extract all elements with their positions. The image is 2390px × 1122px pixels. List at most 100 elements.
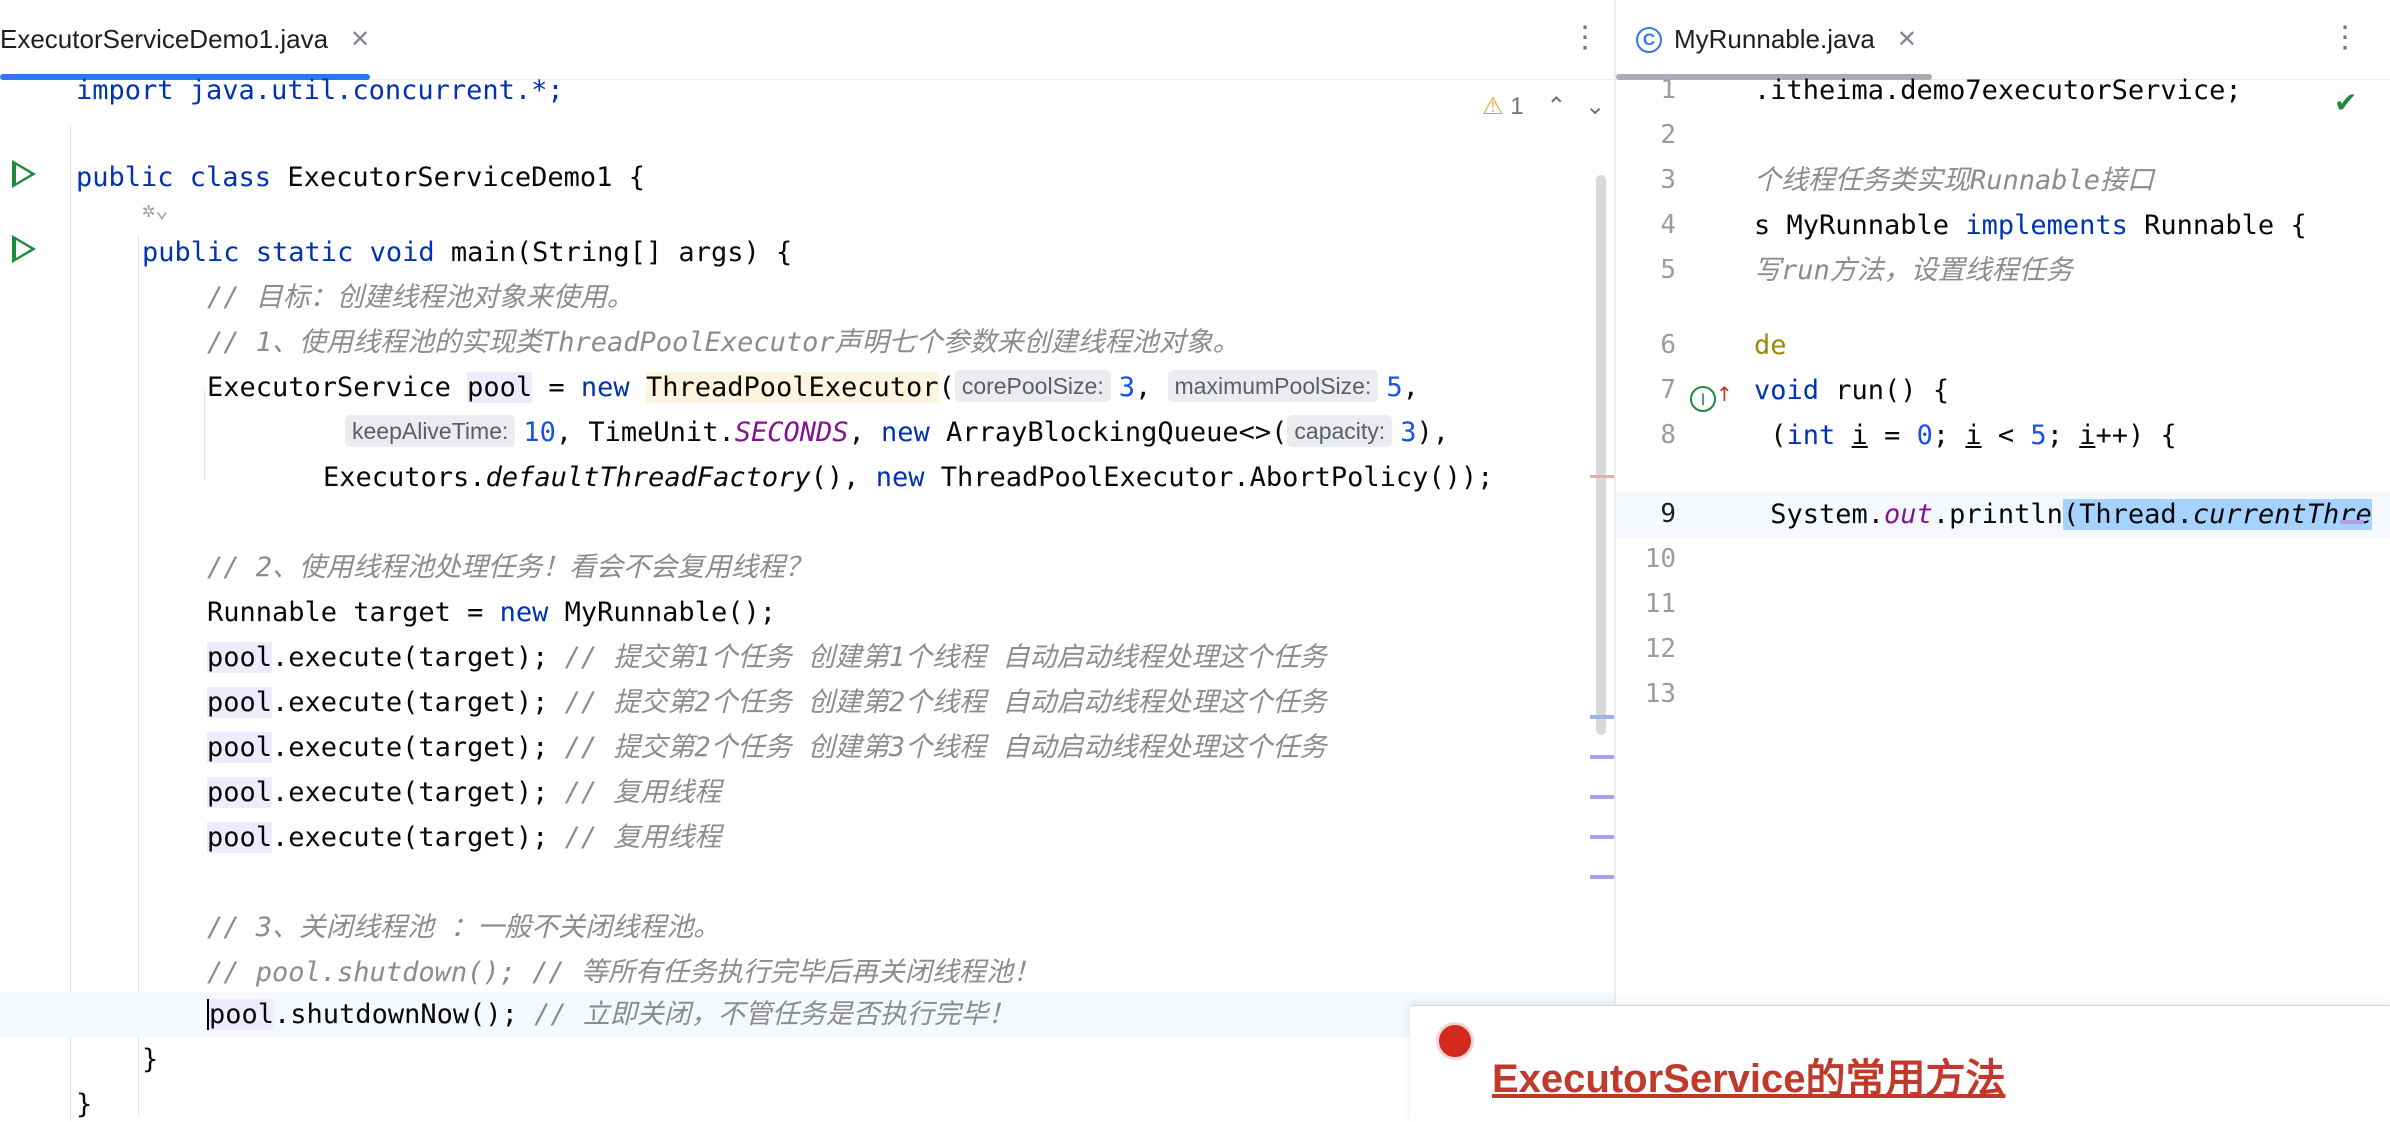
class-name: ExecutorServiceDemo1 { (287, 162, 645, 193)
indent-guide (204, 390, 205, 480)
variable-pool: pool (207, 687, 273, 718)
scroll-marker (1590, 795, 1614, 799)
code-text: System. (1754, 499, 1885, 530)
keyword: new (499, 597, 565, 628)
code-line-close-method: } (142, 1037, 158, 1082)
static-field: out (1884, 499, 1933, 530)
code-line-class-decl: public class ExecutorServiceDemo1 { (76, 155, 645, 200)
number: 3 (1400, 417, 1417, 448)
run-main-icon[interactable] (12, 235, 36, 263)
static-method: defaultThreadFactory (485, 462, 811, 493)
chevron-up-icon[interactable]: ⌃ (1546, 93, 1566, 120)
variable-pool: pool (207, 732, 273, 763)
line-number: 11 (1644, 589, 1676, 619)
comment: // 3、关闭线程池 ：一般不关闭线程池。 (207, 912, 721, 943)
operator: = (532, 372, 581, 403)
line-number: 8 (1660, 420, 1676, 450)
code-line-execute-5: pool.execute(target); // 复用线程 (207, 815, 721, 860)
implements-icon[interactable]: I (1690, 386, 1716, 412)
number: 0 (1916, 420, 1933, 451)
code-line-package: .itheima.demo7executorService; (1754, 68, 2242, 113)
comma: , (1402, 372, 1419, 403)
code-text: .execute(target); (272, 642, 565, 673)
method-call: currentThre (2192, 499, 2372, 530)
vertical-scrollbar[interactable] (1596, 175, 1606, 735)
code-line-commented-shutdown: // pool.shutdown(); // 等所有任务执行完毕后再关闭线程池！ (207, 950, 1040, 995)
variable-pool: pool (207, 642, 273, 673)
code-text: ArrayBlockingQueue<>( (946, 417, 1288, 448)
close-icon[interactable]: ✕ (350, 25, 370, 54)
run-class-icon[interactable] (12, 160, 36, 188)
override-arrow-icon: ↑ (1716, 382, 1733, 406)
code-line-comment-1: // 1、使用线程池的实现类ThreadPoolExecutor声明七个参数来创… (207, 320, 1240, 365)
scroll-marker (2340, 520, 2364, 524)
class-ref: ThreadPoolExecutor (645, 372, 939, 403)
class-icon: C (1636, 26, 1662, 53)
comment: 写run方法，设置线程任务 (1754, 255, 2073, 286)
code-text: < (1981, 420, 2031, 451)
line-number: 10 (1644, 544, 1676, 574)
number: 5 (1386, 372, 1403, 403)
code-text: ), (1416, 417, 1449, 448)
inspection-widget[interactable]: ⚠ 1 ⌃ ⌄ (1482, 92, 1605, 121)
record-icon (1436, 1022, 1474, 1060)
keyword: int (1786, 420, 1852, 451)
line-number: 2 (1660, 120, 1676, 150)
more-options-icon[interactable]: ⋮ (2330, 20, 2360, 56)
code-line-comment-run: 写run方法，设置线程任务 (1754, 248, 2073, 293)
caption-title: ExecutorService的常用方法 (1492, 1057, 2006, 1101)
variable-pool: pool (207, 822, 273, 853)
code-text: .execute(target); (272, 777, 565, 808)
code-text: .execute(target); (272, 687, 565, 718)
paren: ( (938, 372, 955, 403)
code-text: ; (2046, 420, 2080, 451)
more-options-icon[interactable]: ⋮ (1570, 20, 1600, 56)
comment: // 提交第2个任务 创建第2个线程 自动启动线程处理这个任务 (564, 687, 1327, 718)
comment: // 1、使用线程池的实现类ThreadPoolExecutor声明七个参数来创… (207, 327, 1240, 358)
comma: , (1135, 372, 1168, 403)
line-number: 5 (1660, 255, 1676, 285)
annotation: de (1754, 330, 1787, 361)
code-line-target: Runnable target = new MyRunnable(); (207, 590, 776, 635)
code-line-pool-args-3: Executors.defaultThreadFactory(), new Th… (323, 455, 1493, 500)
code-text: Runnable target = (207, 597, 500, 628)
line-number: 12 (1644, 634, 1676, 664)
scroll-marker (1590, 715, 1614, 719)
code-line-comment-2: // 2、使用线程池处理任务！看会不会复用线程？ (207, 545, 812, 590)
close-icon[interactable]: ✕ (1897, 25, 1917, 54)
line-number: 13 (1644, 679, 1676, 709)
comma: , (848, 417, 882, 448)
chevron-down-icon[interactable]: ⌄ (1585, 93, 1605, 120)
code-text: .execute(target); (272, 732, 565, 763)
comment: // 2、使用线程池处理任务！看会不会复用线程？ (207, 552, 813, 583)
code-text: .shutdownNow(); (274, 999, 535, 1030)
keyword: public class (76, 162, 288, 193)
code-line-execute-1: pool.execute(target); // 提交第1个任务 创建第1个线程… (207, 635, 1326, 680)
check-icon: ✔ (2334, 86, 2358, 119)
code-text: ThreadPoolExecutor.AbortPolicy()); (940, 462, 1494, 493)
variable-pool: pool (207, 777, 273, 808)
right-editor-pane: C MyRunnable.java ✕ ⋮ 1 2 3 4 5 6 7 8 9 10 11 12 13 … (1616, 0, 2390, 1121)
comment: 个线程任务类实现Runnable接口 (1754, 165, 2155, 196)
code-text: ++) { (2095, 420, 2177, 451)
scroll-marker (1590, 755, 1614, 759)
indent-guide (70, 125, 71, 1121)
comment: // 复用线程 (564, 822, 722, 853)
code-text: s MyRunnable (1754, 210, 1966, 241)
code-line-execute-3: pool.execute(target); // 提交第2个任务 创建第3个线程… (207, 725, 1326, 770)
ai-assist-icon[interactable]: ✲⌄ (142, 198, 169, 223)
code-text: run() { (1835, 375, 1950, 406)
keyword: new (580, 372, 646, 403)
param-hint: maximumPoolSize: (1167, 370, 1379, 402)
keyword: implements (1965, 210, 2145, 241)
variable: i (1851, 420, 1868, 451)
import-statement: import java.util.concurrent.*; (76, 75, 564, 106)
left-code-area[interactable]: ⚠ 1 ⌃ ⌄ import java.util.concurrent.*; p… (0, 75, 1614, 1121)
variable-pool: pool (467, 372, 533, 403)
right-code-area[interactable]: 1 2 3 4 5 6 7 8 9 10 11 12 13 ✔ I ↑ .itheima.demo7ex… (1616, 75, 2390, 1121)
method-signature: main(String[] args) { (450, 237, 793, 268)
comment: // 立即关闭，不管任务是否执行完毕！ (534, 999, 1015, 1030)
code-text: (), (810, 462, 876, 493)
code-line-println: System.out.println(Thread.currentThre (1754, 492, 2372, 537)
brace: } (142, 1044, 159, 1075)
